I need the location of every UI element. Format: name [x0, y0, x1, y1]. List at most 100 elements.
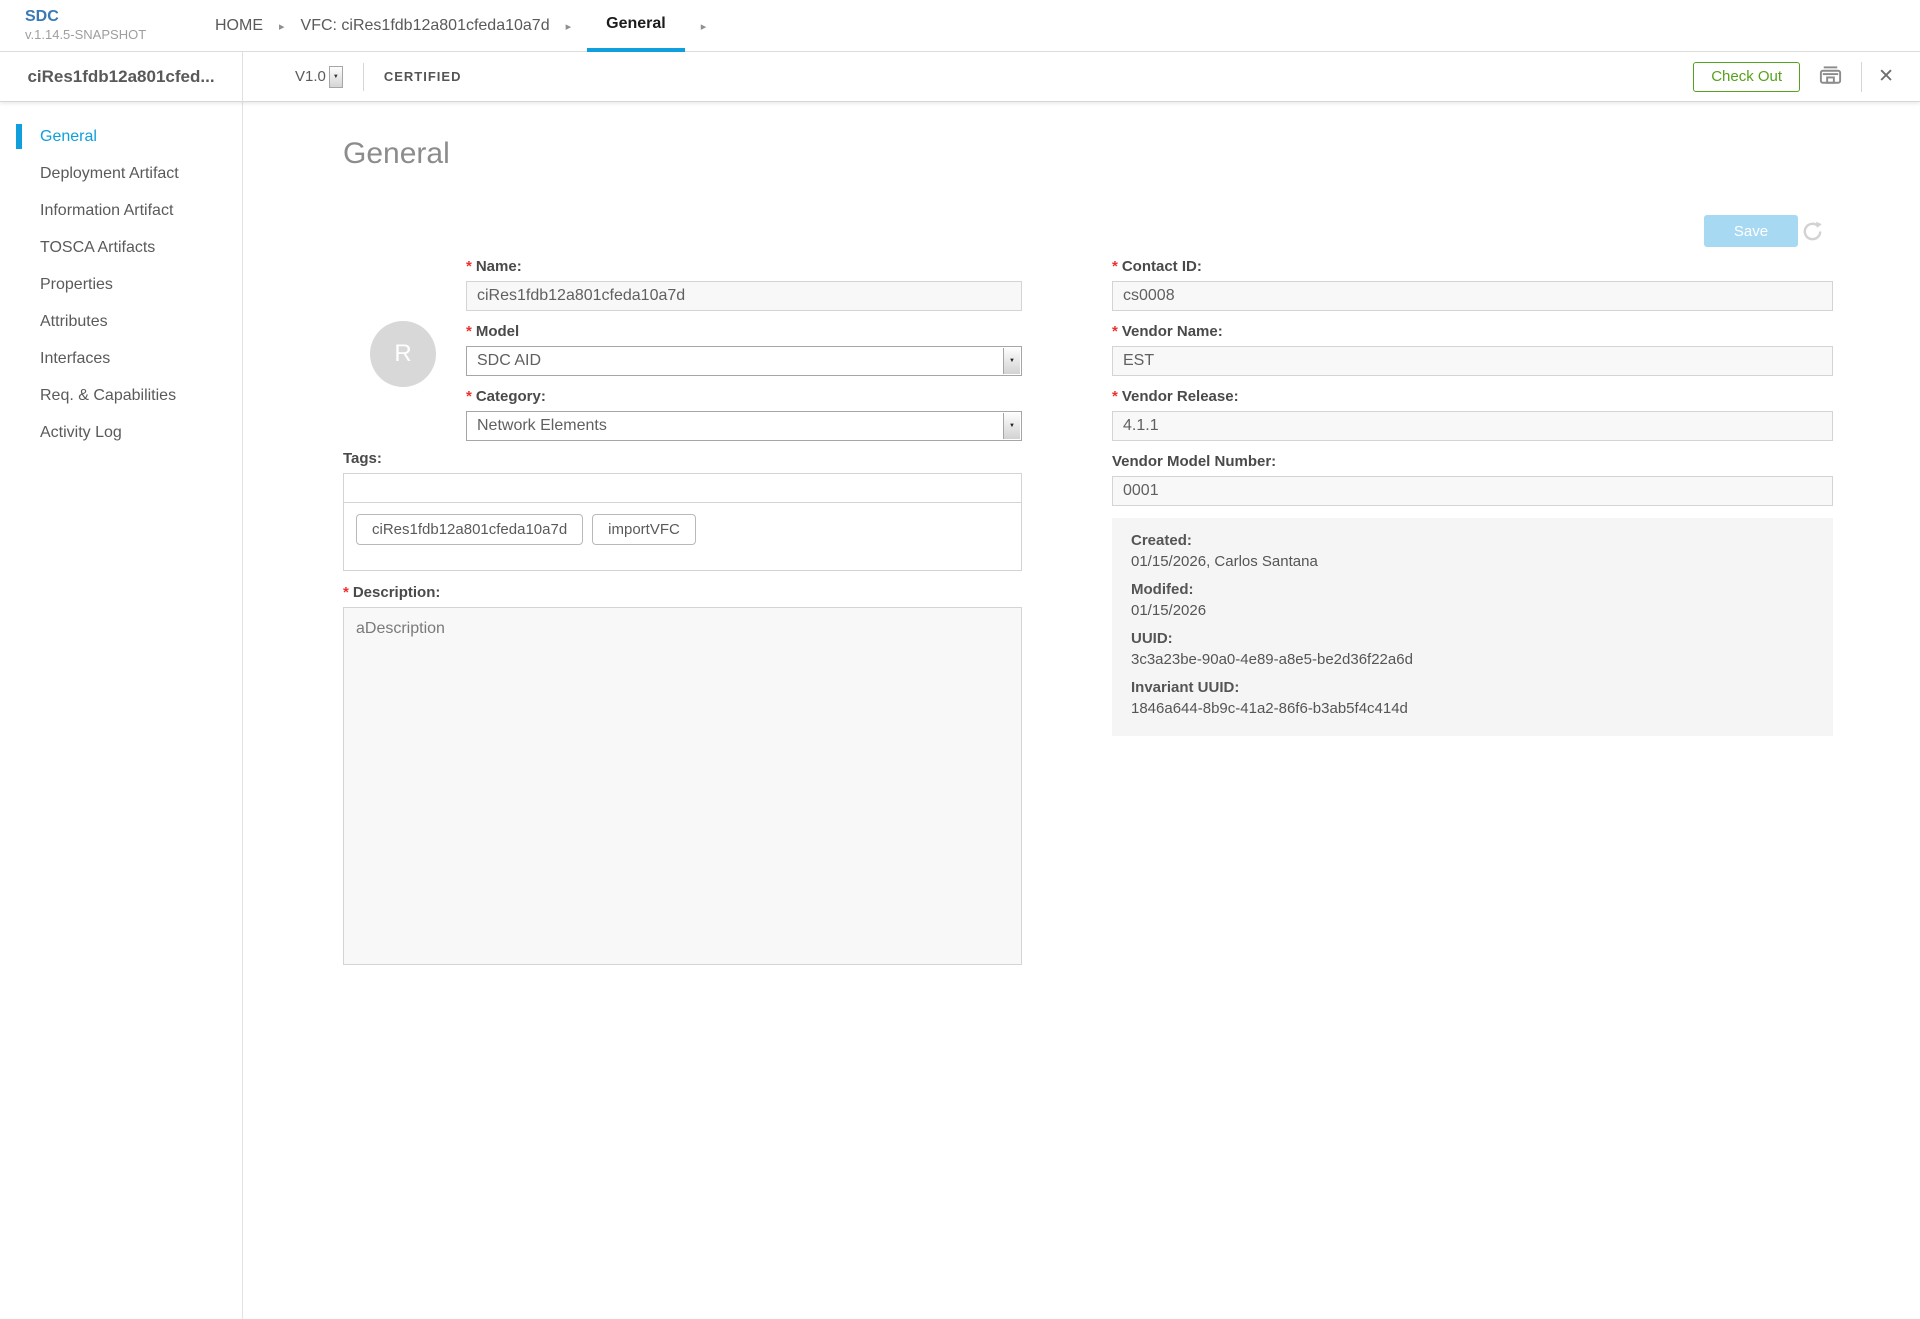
avatar-letter: R	[394, 340, 411, 368]
modified-label: Modifed:	[1131, 579, 1817, 600]
vendor-release-input[interactable]	[1112, 411, 1833, 441]
required-marker: *	[466, 323, 472, 340]
model-label: *Model	[466, 323, 1022, 341]
contact-id-field-group: *Contact ID:	[1112, 258, 1833, 311]
breadcrumb-arrow-icon: ▸	[279, 0, 285, 52]
sidebar-item-general[interactable]: General	[0, 118, 242, 155]
description-field-group: *Description: aDescription	[343, 584, 1022, 970]
modified-value: 01/15/2026	[1131, 600, 1817, 621]
top-nav-bar: SDC v.1.14.5-SNAPSHOT HOME ▸ VFC: ciRes1…	[0, 0, 1920, 52]
category-field-group: *Category: Network Elements ▼	[466, 388, 1022, 441]
required-marker: *	[343, 584, 349, 601]
model-select[interactable]: SDC AID ▼	[466, 346, 1022, 376]
sidebar-item-attributes[interactable]: Attributes	[0, 303, 242, 340]
check-out-button[interactable]: Check Out	[1693, 62, 1800, 92]
description-textarea[interactable]: aDescription	[343, 607, 1022, 965]
vendor-model-number-label: Vendor Model Number:	[1112, 453, 1833, 471]
tags-chips-container: ciRes1fdb12a801cfeda10a7d importVFC	[343, 502, 1022, 571]
sidebar-item-information-artifact[interactable]: Information Artifact	[0, 192, 242, 229]
version-value: V1.0	[295, 68, 326, 85]
created-meta: Created: 01/15/2026, Carlos Santana	[1131, 530, 1817, 572]
sidebar-item-label: Deployment Artifact	[40, 165, 179, 183]
uuid-meta: UUID: 3c3a23be-90a0-4e89-a8e5-be2d36f22a…	[1131, 628, 1817, 670]
divider	[1861, 62, 1862, 92]
uuid-label: UUID:	[1131, 628, 1817, 649]
dropdown-arrow-icon[interactable]: ▼	[1003, 413, 1020, 439]
close-icon[interactable]: ✕	[1878, 67, 1894, 86]
divider	[363, 63, 364, 91]
sidebar-item-tosca-artifacts[interactable]: TOSCA Artifacts	[0, 229, 242, 266]
vendor-name-input[interactable]	[1112, 346, 1833, 376]
vendor-release-field-group: *Vendor Release:	[1112, 388, 1833, 441]
active-indicator	[16, 124, 22, 149]
invariant-uuid-value: 1846a644-8b9c-41a2-86f6-b3ab5f4c414d	[1131, 698, 1817, 719]
breadcrumb-home[interactable]: HOME	[215, 0, 263, 52]
name-label: *Name:	[466, 258, 1022, 276]
category-label: *Category:	[466, 388, 1022, 406]
category-selected-value: Network Elements	[477, 417, 607, 435]
uuid-value: 3c3a23be-90a0-4e89-a8e5-be2d36f22a6d	[1131, 649, 1817, 670]
metadata-box: Created: 01/15/2026, Carlos Santana Modi…	[1112, 518, 1833, 736]
version-dropdown-icon[interactable]: ▼	[329, 66, 343, 88]
tags-input[interactable]	[343, 473, 1022, 503]
model-field-group: *Model SDC AID ▼	[466, 323, 1022, 376]
created-label: Created:	[1131, 530, 1817, 551]
sidebar-item-label: Information Artifact	[40, 202, 173, 220]
sidebar-item-properties[interactable]: Properties	[0, 266, 242, 303]
tag-chip[interactable]: ciRes1fdb12a801cfeda10a7d	[356, 514, 583, 545]
breadcrumb-arrow-icon: ▸	[566, 0, 572, 52]
category-select[interactable]: Network Elements ▼	[466, 411, 1022, 441]
sdc-app-window: SDC v.1.14.5-SNAPSHOT HOME ▸ VFC: ciRes1…	[0, 0, 1920, 1319]
required-marker: *	[466, 388, 472, 405]
sidebar-item-label: Req. & Capabilities	[40, 387, 176, 405]
avatar: R	[370, 321, 436, 387]
sidebar-item-label: Attributes	[40, 313, 108, 331]
vendor-model-number-field-group: Vendor Model Number:	[1112, 453, 1833, 506]
modified-meta: Modifed: 01/15/2026	[1131, 579, 1817, 621]
tag-chip[interactable]: importVFC	[592, 514, 696, 545]
sidebar-item-deployment-artifact[interactable]: Deployment Artifact	[0, 155, 242, 192]
required-marker: *	[1112, 258, 1118, 275]
breadcrumb-arrow-icon: ▸	[701, 0, 707, 52]
sidebar-item-label: Interfaces	[40, 350, 110, 368]
revert-icon[interactable]	[1800, 219, 1825, 247]
sidebar-item-label: General	[40, 128, 97, 146]
breadcrumb-general-active-tab[interactable]: General	[587, 0, 685, 52]
page-title: General	[343, 136, 450, 172]
vendor-name-label: *Vendor Name:	[1112, 323, 1833, 341]
sidebar-item-activity-log[interactable]: Activity Log	[0, 414, 242, 451]
model-selected-value: SDC AID	[477, 352, 541, 370]
vendor-name-field-group: *Vendor Name:	[1112, 323, 1833, 376]
form-right-column: *Contact ID: *Vendor Name: *Vendor Relea…	[1112, 258, 1833, 736]
required-marker: *	[1112, 388, 1118, 405]
main-area: General Deployment Artifact Information …	[0, 102, 1920, 1319]
entity-header-bar: ciRes1fdb12a801cfed... V1.0 ▼ CERTIFIED …	[0, 52, 1920, 102]
version-selector[interactable]: V1.0 ▼	[295, 66, 343, 88]
breadcrumb-vfc[interactable]: VFC: ciRes1fdb12a801cfeda10a7d	[301, 0, 550, 52]
print-icon[interactable]	[1815, 63, 1845, 91]
entity-title: ciRes1fdb12a801cfed...	[0, 52, 243, 102]
sdc-logo[interactable]: SDC v.1.14.5-SNAPSHOT	[25, 7, 146, 43]
breadcrumb: HOME ▸ VFC: ciRes1fdb12a801cfeda10a7d ▸ …	[215, 0, 722, 52]
sidebar-item-label: Activity Log	[40, 424, 122, 442]
contact-id-input[interactable]	[1112, 281, 1833, 311]
contact-id-label: *Contact ID:	[1112, 258, 1833, 276]
required-marker: *	[466, 258, 472, 275]
sidebar-item-label: Properties	[40, 276, 113, 294]
vendor-model-number-input[interactable]	[1112, 476, 1833, 506]
save-button[interactable]: Save	[1704, 215, 1798, 247]
sidebar: General Deployment Artifact Information …	[0, 102, 243, 1319]
vendor-release-label: *Vendor Release:	[1112, 388, 1833, 406]
sdc-version-text: v.1.14.5-SNAPSHOT	[25, 27, 146, 43]
sidebar-item-req-capabilities[interactable]: Req. & Capabilities	[0, 377, 242, 414]
lifecycle-status-badge: CERTIFIED	[384, 69, 462, 84]
dropdown-arrow-icon[interactable]: ▼	[1003, 348, 1020, 374]
name-input[interactable]	[466, 281, 1022, 311]
required-marker: *	[1112, 323, 1118, 340]
tags-field-group: Tags: ciRes1fdb12a801cfeda10a7d importVF…	[343, 450, 1022, 571]
sdc-logo-text: SDC	[25, 7, 146, 27]
sidebar-item-interfaces[interactable]: Interfaces	[0, 340, 242, 377]
invariant-uuid-label: Invariant UUID:	[1131, 677, 1817, 698]
general-tab-content: General Save R *Name: *Model	[243, 102, 1920, 1319]
description-label: *Description:	[343, 584, 1022, 602]
